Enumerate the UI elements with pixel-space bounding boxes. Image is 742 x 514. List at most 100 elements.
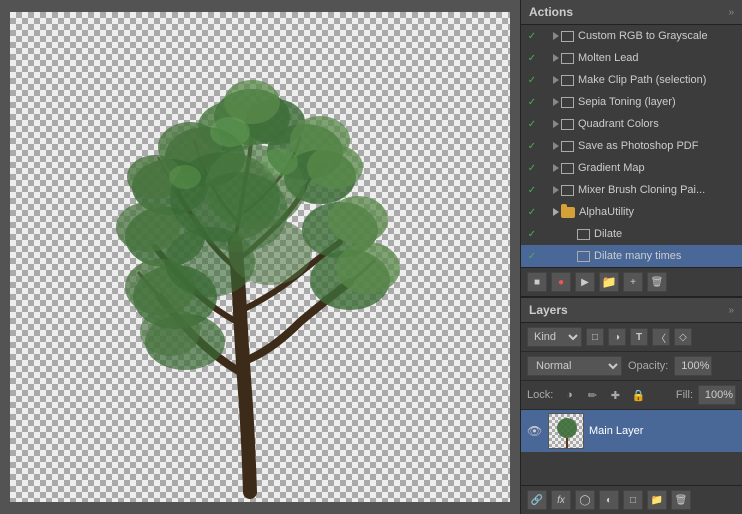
kind-pixel-icon[interactable]: □	[586, 328, 604, 346]
action-icon-molten-lead	[561, 53, 574, 64]
kind-select[interactable]: Kind Name Effect	[527, 327, 582, 347]
folder-icon-alpha-utility	[561, 207, 575, 218]
layers-lock-row: Lock: ◑ ✏ ✚ 🔒 Fill:	[521, 381, 742, 410]
action-label-molten-lead: Molten Lead	[578, 52, 639, 64]
lock-image-btn[interactable]: ✏	[583, 386, 601, 404]
action-label-make-clip: Make Clip Path (selection)	[578, 74, 706, 86]
play-button[interactable]: ▶	[575, 272, 595, 292]
new-fill-button[interactable]: ◐	[599, 490, 619, 510]
lock-all-btn[interactable]: 🔒	[629, 386, 647, 404]
kind-type-icon[interactable]: T	[630, 328, 648, 346]
action-check-quadrant-colors[interactable]: ✓	[525, 119, 539, 130]
action-expand-quadrant-colors[interactable]	[553, 117, 561, 131]
action-icon-gradient-map	[561, 163, 574, 174]
lock-label: Lock:	[527, 389, 553, 401]
opacity-input[interactable]	[674, 356, 712, 376]
lock-position-btn[interactable]: ✚	[606, 386, 624, 404]
action-item-alpha-utility[interactable]: ✓ AlphaUtility	[521, 201, 742, 223]
action-icon-dilate	[577, 229, 590, 240]
action-check-molten-lead[interactable]: ✓	[525, 53, 539, 64]
action-expand-gradient-map[interactable]	[553, 161, 561, 175]
action-expand-save-photoshop[interactable]	[553, 139, 561, 153]
action-item-gradient-map[interactable]: ✓ Gradient Map	[521, 157, 742, 179]
action-check-gradient-map[interactable]: ✓	[525, 163, 539, 174]
layers-panel-collapse[interactable]: »	[728, 305, 734, 316]
action-expand-custom-rgb[interactable]	[553, 29, 561, 43]
layers-panel-header: Layers »	[521, 298, 742, 323]
action-item-sepia-toning[interactable]: ✓ Sepia Toning (layer)	[521, 91, 742, 113]
action-item-save-photoshop[interactable]: ✓ Save as Photoshop PDF	[521, 135, 742, 157]
action-check-dilate-many[interactable]: ✓	[525, 251, 539, 262]
main-layer-row[interactable]: 👁 Main Laye	[521, 410, 742, 452]
action-check-dilate[interactable]: ✓	[525, 229, 539, 240]
stop-button[interactable]: ■	[527, 272, 547, 292]
layers-toolbar: 🔗 fx ◯ ◐ □ 📁 🗑	[521, 485, 742, 514]
canvas-area	[0, 0, 520, 514]
action-check-make-clip[interactable]: ✓	[525, 75, 539, 86]
action-icon-sepia-toning	[561, 97, 574, 108]
action-item-custom-rgb[interactable]: ✓ Custom RGB to Grayscale	[521, 25, 742, 47]
kind-adjust-icon[interactable]: ◑	[608, 328, 626, 346]
delete-action-button[interactable]: 🗑	[647, 272, 667, 292]
layers-kind-row: Kind Name Effect □ ◑ T 〈 ◇	[521, 323, 742, 352]
canvas-viewport[interactable]	[10, 12, 510, 502]
layer-thumbnail	[548, 413, 584, 449]
action-check-sepia-toning[interactable]: ✓	[525, 97, 539, 108]
new-action-button[interactable]: +	[623, 272, 643, 292]
action-item-mixer-brush[interactable]: ✓ Mixer Brush Cloning Pai...	[521, 179, 742, 201]
new-layer-button[interactable]: □	[623, 490, 643, 510]
action-expand-make-clip[interactable]	[553, 73, 561, 87]
action-item-dilate-many[interactable]: ✓ Dilate many times	[521, 245, 742, 267]
fill-label: Fill:	[676, 389, 693, 401]
link-layers-button[interactable]: 🔗	[527, 490, 547, 510]
tree-image	[10, 12, 510, 502]
action-item-dilate[interactable]: ✓ Dilate	[521, 223, 742, 245]
action-icon-quadrant-colors	[561, 119, 574, 130]
action-check-alpha-utility[interactable]: ✓	[525, 207, 539, 218]
action-icon-save-photoshop	[561, 141, 574, 152]
actions-panel: Actions » ✓ Custom RGB to Grayscale ✓ Molte…	[521, 0, 742, 298]
add-mask-button[interactable]: ◯	[575, 490, 595, 510]
layer-visibility-toggle[interactable]: 👁	[527, 424, 543, 438]
blend-mode-select[interactable]: Normal Dissolve Multiply	[527, 356, 622, 376]
action-icon-dilate-many	[577, 251, 590, 262]
action-expand-sepia-toning[interactable]	[553, 95, 561, 109]
actions-toolbar: ■ ● ▶ 📁 + 🗑	[521, 267, 742, 296]
lock-transparent-btn[interactable]: ◑	[560, 386, 578, 404]
layers-panel: Layers » Kind Name Effect □ ◑ T 〈 ◇ Norm…	[521, 298, 742, 514]
actions-list: ✓ Custom RGB to Grayscale ✓ Molten Lead ✓ Mak…	[521, 25, 742, 267]
action-label-custom-rgb: Custom RGB to Grayscale	[578, 30, 708, 42]
action-label-mixer-brush: Mixer Brush Cloning Pai...	[578, 184, 705, 196]
action-label-dilate-many: Dilate many times	[594, 250, 681, 262]
action-item-molten-lead[interactable]: ✓ Molten Lead	[521, 47, 742, 69]
action-check-mixer-brush[interactable]: ✓	[525, 185, 539, 196]
kind-shape-icon[interactable]: 〈	[652, 328, 670, 346]
action-check-custom-rgb[interactable]: ✓	[525, 31, 539, 42]
action-expand-mixer-brush[interactable]	[553, 183, 561, 197]
actions-panel-title: Actions	[529, 5, 573, 19]
action-label-save-photoshop: Save as Photoshop PDF	[578, 140, 698, 152]
new-group-button[interactable]: 📁	[647, 490, 667, 510]
action-icon-custom-rgb	[561, 31, 574, 42]
action-icon-make-clip	[561, 75, 574, 86]
action-label-dilate: Dilate	[594, 228, 622, 240]
kind-smart-icon[interactable]: ◇	[674, 328, 692, 346]
action-expand-molten-lead[interactable]	[553, 51, 561, 65]
actions-panel-collapse[interactable]: »	[728, 7, 734, 18]
action-label-sepia-toning: Sepia Toning (layer)	[578, 96, 676, 108]
opacity-label: Opacity:	[628, 360, 668, 372]
fill-input[interactable]	[698, 385, 736, 405]
actions-panel-header: Actions »	[521, 0, 742, 25]
layers-blend-row: Normal Dissolve Multiply Opacity:	[521, 352, 742, 381]
action-item-make-clip[interactable]: ✓ Make Clip Path (selection)	[521, 69, 742, 91]
layers-panel-title: Layers	[529, 303, 568, 317]
delete-layer-button[interactable]: 🗑	[671, 490, 691, 510]
action-expand-alpha-utility[interactable]	[553, 205, 561, 219]
action-label-gradient-map: Gradient Map	[578, 162, 645, 174]
action-label-alpha-utility: AlphaUtility	[579, 206, 634, 218]
record-button[interactable]: ●	[551, 272, 571, 292]
action-item-quadrant-colors[interactable]: ✓Quadrant Colors	[521, 113, 742, 135]
new-folder-button[interactable]: 📁	[599, 272, 619, 292]
fx-button[interactable]: fx	[551, 490, 571, 510]
action-check-save-photoshop[interactable]: ✓	[525, 141, 539, 152]
